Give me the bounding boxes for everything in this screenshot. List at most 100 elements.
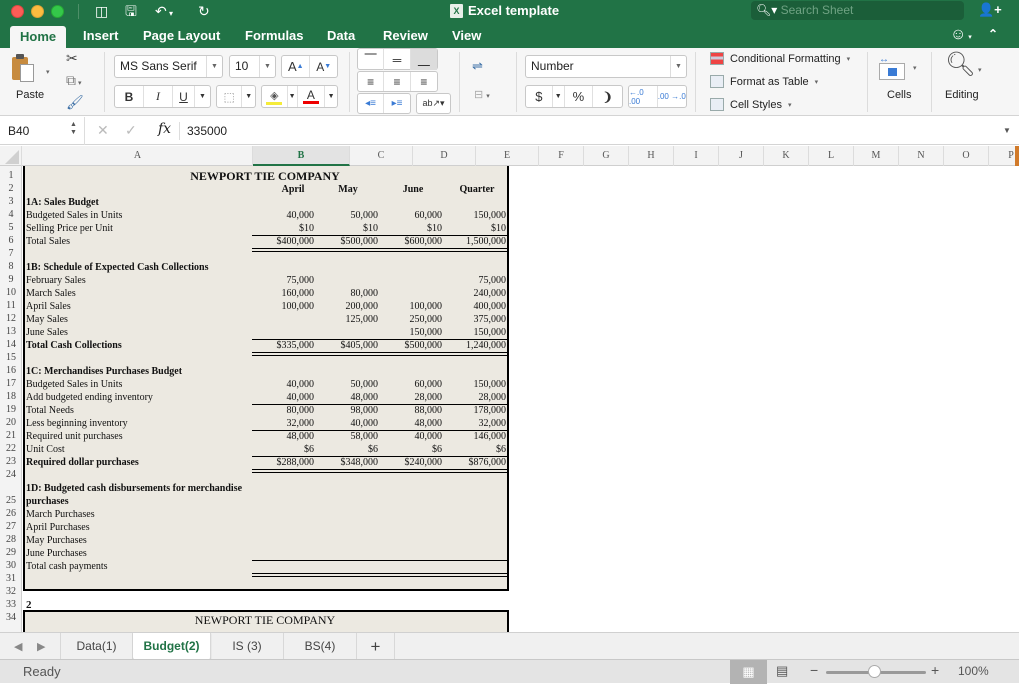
value-cell[interactable]: 50,000 xyxy=(308,378,379,391)
zoom-in-button[interactable]: + xyxy=(931,662,939,678)
company-title-2[interactable]: NEWPORT TIE COMPANY xyxy=(165,614,365,627)
column-header-j[interactable]: J xyxy=(719,146,764,166)
value-cell[interactable]: 150,000 xyxy=(372,326,443,339)
italic-button[interactable]: I xyxy=(144,86,173,107)
tab-formulas[interactable]: Formulas xyxy=(245,28,304,43)
row-label[interactable]: Total Needs xyxy=(26,404,74,417)
bold-button[interactable]: B xyxy=(115,86,144,107)
row-label[interactable]: June Purchases xyxy=(26,547,87,560)
row-header-15[interactable]: 15 xyxy=(0,352,22,363)
row-header-31[interactable]: 31 xyxy=(0,573,22,584)
value-cell[interactable]: 150,000 xyxy=(436,326,507,339)
row-header-23[interactable]: 23 xyxy=(0,456,22,467)
value-cell[interactable]: 58,000 xyxy=(308,430,379,443)
value-cell[interactable]: 40,000 xyxy=(244,391,315,404)
format-as-table-button[interactable]: Format as Table ▾ xyxy=(710,75,818,88)
section-title-continued[interactable]: purchases xyxy=(26,495,69,508)
search-sheet-input[interactable]: 🔍︎▾ Search Sheet xyxy=(751,1,964,20)
section-title[interactable]: 1C: Merchandises Purchases Budget xyxy=(26,365,182,378)
row-header-24[interactable]: 24 xyxy=(0,469,22,480)
row-label[interactable]: March Sales xyxy=(26,287,76,300)
close-window-button[interactable] xyxy=(11,5,24,18)
format-painter-icon[interactable]: 🖌 xyxy=(66,94,84,111)
value-cell[interactable]: 150,000 xyxy=(436,209,507,222)
fill-color-button[interactable]: ◈ xyxy=(262,86,288,107)
select-all-button[interactable] xyxy=(0,146,22,166)
cell-styles-button[interactable]: Cell Styles ▾ xyxy=(710,98,791,111)
value-cell[interactable]: 32,000 xyxy=(436,417,507,430)
number-format-select[interactable]: Number ▼ xyxy=(525,55,687,78)
row-header-17[interactable]: 17 xyxy=(0,378,22,389)
increase-indent-button[interactable]: ▸≡ xyxy=(384,94,410,113)
row-label[interactable]: Less beginning inventory xyxy=(26,417,128,430)
value-cell[interactable]: 40,000 xyxy=(308,417,379,430)
prev-sheet-icon[interactable]: ◀ xyxy=(14,640,22,653)
percent-button[interactable]: % xyxy=(565,86,594,107)
expand-formula-bar-icon[interactable]: ▼ xyxy=(1003,126,1011,135)
value-cell[interactable]: 100,000 xyxy=(244,300,315,313)
column-header-g[interactable]: G xyxy=(584,146,629,166)
row-header-27[interactable]: 27 xyxy=(0,521,22,532)
decrease-decimal-button[interactable]: .00 →.0 xyxy=(658,86,686,107)
value-cell[interactable]: 150,000 xyxy=(436,378,507,391)
value-cell[interactable]: $6 xyxy=(244,443,314,456)
value-cell[interactable]: $500,000 xyxy=(372,339,443,352)
next-sheet-icon[interactable]: ▶ xyxy=(37,640,45,653)
conditional-formatting-button[interactable]: Conditional Formatting ▾ xyxy=(710,52,850,65)
sidebar-toggle-icon[interactable]: ◫ xyxy=(95,3,108,20)
merge-center-icon[interactable]: ⊟ ▾ xyxy=(474,88,490,101)
tab-view[interactable]: View xyxy=(452,28,481,43)
row-label[interactable]: Add budgeted ending inventory xyxy=(26,391,153,404)
row-header-16[interactable]: 16 xyxy=(0,365,22,376)
tab-page-layout[interactable]: Page Layout xyxy=(143,28,220,43)
row-label[interactable]: Required unit purchases xyxy=(26,430,123,443)
normal-view-icon[interactable]: ▦ xyxy=(730,660,767,684)
value-cell[interactable]: 28,000 xyxy=(436,391,507,404)
row-header-28[interactable]: 28 xyxy=(0,534,22,545)
value-cell[interactable]: 75,000 xyxy=(244,274,315,287)
align-right-button[interactable]: ≡ xyxy=(411,72,437,91)
redo-icon[interactable]: ↻ xyxy=(198,3,210,20)
value-cell[interactable]: 178,000 xyxy=(436,404,507,417)
value-cell[interactable]: 100,000 xyxy=(372,300,443,313)
editing-search-icon[interactable]: 🔍︎ xyxy=(945,50,975,79)
row-header-33[interactable]: 33 xyxy=(0,599,22,610)
value-cell[interactable]: 160,000 xyxy=(244,287,315,300)
column-header-b[interactable]: B xyxy=(253,146,350,166)
value-cell[interactable]: $500,000 xyxy=(308,235,379,248)
currency-dropdown-icon[interactable]: ▼ xyxy=(553,86,565,107)
value-cell[interactable]: 375,000 xyxy=(436,313,507,326)
value-cell[interactable]: 75,000 xyxy=(436,274,507,287)
value-cell[interactable]: $10 xyxy=(244,222,314,235)
undo-icon[interactable]: ↶ ▾ xyxy=(155,3,173,22)
column-header-a[interactable]: A xyxy=(23,146,253,166)
row-header-26[interactable]: 26 xyxy=(0,508,22,519)
value-cell[interactable]: 48,000 xyxy=(244,430,315,443)
paste-dropdown-icon[interactable]: ▾ xyxy=(46,68,50,76)
row-label[interactable]: April Sales xyxy=(26,300,71,313)
row-header-14[interactable]: 14 xyxy=(0,339,22,350)
cut-icon[interactable]: ✂ xyxy=(66,50,78,67)
column-header-e[interactable]: E xyxy=(476,146,539,166)
row-label[interactable]: March Purchases xyxy=(26,508,95,521)
currency-button[interactable]: $ xyxy=(526,86,553,107)
row-header-7[interactable]: 7 xyxy=(0,248,22,259)
worksheet-grid[interactable]: 1 2 3 4 5 6 7 8 9 10 11 12 13 14 15 16 17 18 19 20 21 22 23 24 2… xyxy=(0,166,1019,632)
column-header-f[interactable]: F xyxy=(539,146,584,166)
maximize-window-button[interactable] xyxy=(51,5,64,18)
value-cell[interactable]: 80,000 xyxy=(244,404,315,417)
font-name-select[interactable]: MS Sans Serif ▼ xyxy=(114,55,223,78)
tab-review[interactable]: Review xyxy=(383,28,428,43)
increase-font-size-button[interactable]: A ▲ xyxy=(282,56,311,77)
value-cell[interactable]: 200,000 xyxy=(308,300,379,313)
sheet-tab-budget[interactable]: Budget(2) xyxy=(133,633,211,660)
row-header-22[interactable]: 22 xyxy=(0,443,22,454)
wrap-text-icon[interactable]: ⇌ xyxy=(472,58,483,74)
name-box[interactable]: B40 xyxy=(8,124,29,138)
sheet-tab-data[interactable]: Data(1) xyxy=(60,633,133,660)
page-layout-view-icon[interactable]: ▤ xyxy=(776,663,788,679)
section-title[interactable]: 1D: Budgeted cash disbursements for merc… xyxy=(26,482,242,495)
row-label[interactable]: Total Sales xyxy=(26,235,70,248)
zoom-out-button[interactable]: − xyxy=(810,662,818,678)
row-header-29[interactable]: 29 xyxy=(0,547,22,558)
